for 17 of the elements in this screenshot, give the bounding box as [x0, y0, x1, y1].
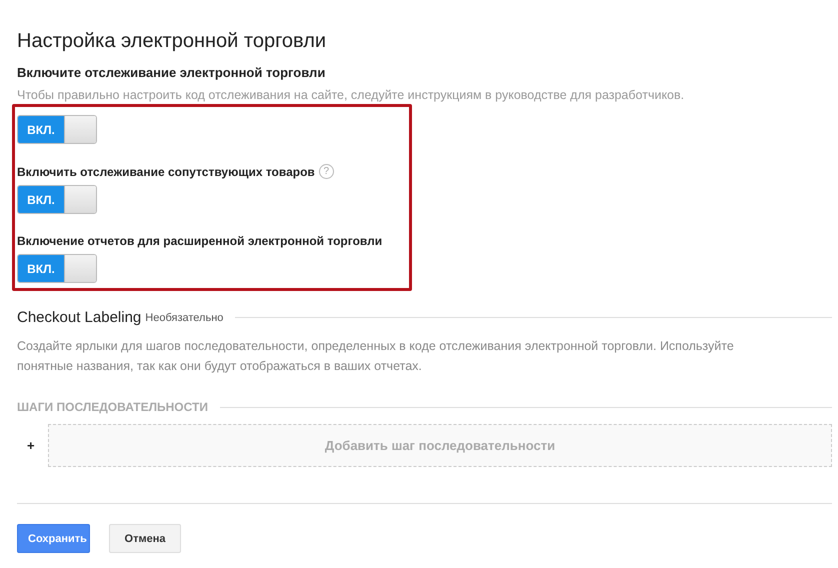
section-label: Включите отслеживание электронной торговли [17, 65, 326, 80]
toggle-switch[interactable]: ВКЛ. [17, 254, 97, 283]
add-step-button[interactable]: Добавить шаг последовательности [48, 424, 832, 467]
description-text: Чтобы правильно настроить код отслеживания на сайте, следуйте инструкциям в руководстве для разработчиков. [17, 88, 686, 102]
toggle-switch[interactable]: ВКЛ. [17, 185, 97, 214]
steps-heading: ШАГИ ПОСЛЕДОВАТЕЛЬНОСТИ [17, 400, 208, 414]
section-title: Checkout Labeling [17, 309, 142, 326]
optional-label: Необязательно [145, 312, 224, 324]
toggle-label: Включить отслеживание сопутствующих товаров [17, 164, 315, 178]
toggle-switch[interactable]: ВКЛ. [17, 115, 97, 144]
plus-icon: + [17, 438, 48, 453]
cancel-button[interactable]: Отмена [109, 524, 181, 553]
help-icon: ? [318, 164, 334, 179]
toggle-label: Включение отчетов для расширенной электронной торговли [17, 234, 382, 248]
description-text: Создайте ярлыки для шагов последовательности, определенных в коде отслеживания электронной торговли. Используйте понятные названия, так как они будут отображаться в ваших отчетах. [17, 338, 735, 375]
save-button[interactable]: Сохранить [17, 524, 90, 553]
page-title: Настройка электронной торговли [17, 30, 328, 53]
